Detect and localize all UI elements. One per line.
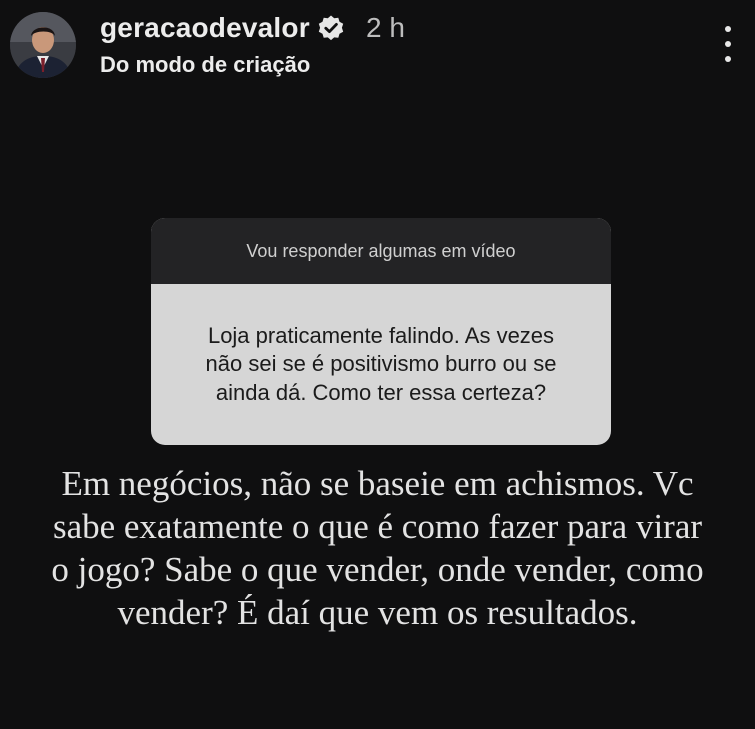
question-text: Loja praticamente falindo. As vezes não …: [205, 322, 557, 405]
question-sticker-body: Loja praticamente falindo. As vezes não …: [151, 284, 611, 445]
username[interactable]: geracaodevalor: [100, 12, 310, 44]
verified-badge-icon: [318, 15, 344, 41]
avatar[interactable]: [10, 12, 76, 78]
question-sticker: Vou responder algumas em vídeo Loja prat…: [151, 218, 611, 445]
post-time: 2 h: [366, 12, 405, 43]
more-vertical-icon-dot: [725, 41, 731, 47]
story-subtitle[interactable]: Do modo de criação: [100, 52, 310, 78]
story-header: geracaodevalor 2 h Do modo de criação: [0, 0, 755, 90]
question-sticker-title: Vou responder algumas em vídeo: [151, 218, 611, 284]
more-options-button[interactable]: [712, 24, 744, 64]
more-vertical-icon: [725, 26, 731, 32]
more-vertical-icon-dot: [725, 56, 731, 62]
answer-text: Em negócios, não se baseie em achismos. …: [51, 464, 704, 632]
